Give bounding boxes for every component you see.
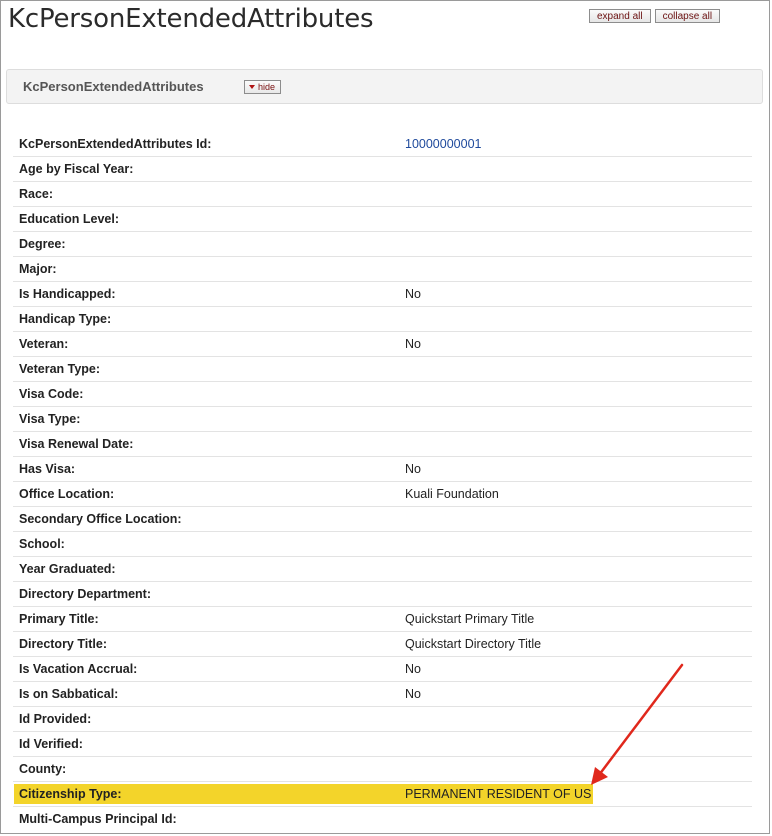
table-row: Is Handicapped: No (13, 282, 752, 307)
table-row: Major: (13, 257, 752, 282)
table-row: KcPersonExtendedAttributes Id: 1000000000… (13, 132, 752, 157)
field-label: Has Visa: (19, 462, 76, 476)
table-row: Visa Code: (13, 382, 752, 407)
page-title: KcPersonExtendedAttributes (8, 4, 374, 34)
table-row: Age by Fiscal Year: (13, 157, 752, 182)
section-header: KcPersonExtendedAttributes hide (6, 69, 763, 104)
collapse-all-button[interactable]: collapse all (654, 9, 721, 23)
field-label: School: (19, 537, 65, 551)
table-row: School: (13, 532, 752, 557)
table-row: Education Level: (13, 207, 752, 232)
table-row: Race: (13, 182, 752, 207)
field-label: Is Vacation Accrual: (19, 662, 138, 676)
field-label: Handicap Type: (19, 312, 112, 326)
table-row: Primary Title: Quickstart Primary Title (13, 607, 752, 632)
window-frame: KcPersonExtendedAttributes expand all co… (0, 0, 770, 834)
field-label: Year Graduated: (19, 562, 116, 576)
table-row: Directory Department: (13, 582, 752, 607)
field-label: Major: (19, 262, 57, 276)
field-label: Office Location: (19, 487, 115, 501)
section-title: KcPersonExtendedAttributes (23, 79, 204, 94)
field-value: No (405, 287, 421, 301)
table-row: Secondary Office Location: (13, 507, 752, 532)
field-value: No (405, 462, 421, 476)
field-label: Visa Type: (19, 412, 81, 426)
field-label: Veteran: (19, 337, 69, 351)
field-label: Directory Department: (19, 587, 151, 601)
field-value: Kuali Foundation (405, 487, 499, 501)
field-label: Is Handicapped: (19, 287, 116, 301)
table-row: Visa Renewal Date: (13, 432, 752, 457)
field-value: Quickstart Primary Title (405, 612, 535, 626)
table-row: Has Visa: No (13, 457, 752, 482)
triangle-down-icon (249, 85, 255, 89)
table-row: Degree: (13, 232, 752, 257)
field-value: No (405, 687, 421, 701)
field-value: PERMANENT RESIDENT OF US (405, 787, 592, 801)
field-label: Education Level: (19, 212, 120, 226)
hide-button[interactable]: hide (244, 80, 282, 94)
table-row: Visa Type: (13, 407, 752, 432)
table-row: Veteran: No (13, 332, 752, 357)
field-label: Id Provided: (19, 712, 92, 726)
table-row: Directory Title: Quickstart Directory Tit… (13, 632, 752, 657)
field-label: Directory Title: (19, 637, 107, 651)
field-label: Is on Sabbatical: (19, 687, 119, 701)
table-row: Multi-Campus Principal Id: (13, 807, 752, 832)
field-label: Degree: (19, 237, 66, 251)
field-label: Secondary Office Location: (19, 512, 182, 526)
field-label: Visa Code: (19, 387, 84, 401)
field-label: Veteran Type: (19, 362, 101, 376)
annotation-arrow-icon (591, 663, 684, 785)
field-label: County: (19, 762, 67, 776)
expand-all-button[interactable]: expand all (589, 9, 651, 23)
field-value: Quickstart Directory Title (405, 637, 542, 651)
field-label: Visa Renewal Date: (19, 437, 134, 451)
field-value: No (405, 337, 421, 351)
field-label: Age by Fiscal Year: (19, 162, 134, 176)
table-row: Office Location: Kuali Foundation (13, 482, 752, 507)
field-label: Id Verified: (19, 737, 83, 751)
toolbar: expand all collapse all (589, 9, 721, 23)
hide-button-label: hide (258, 81, 276, 92)
field-value[interactable]: 10000000001 (405, 137, 481, 151)
table-row: Handicap Type: (13, 307, 752, 332)
field-label: Citizenship Type: (19, 787, 122, 801)
field-label: Race: (19, 187, 54, 201)
field-value: No (405, 662, 421, 676)
field-label: KcPersonExtendedAttributes Id: (19, 137, 212, 151)
table-row: Veteran Type: (13, 357, 752, 382)
table-row: Year Graduated: (13, 557, 752, 582)
field-label: Primary Title: (19, 612, 99, 626)
field-label: Multi-Campus Principal Id: (19, 812, 177, 826)
